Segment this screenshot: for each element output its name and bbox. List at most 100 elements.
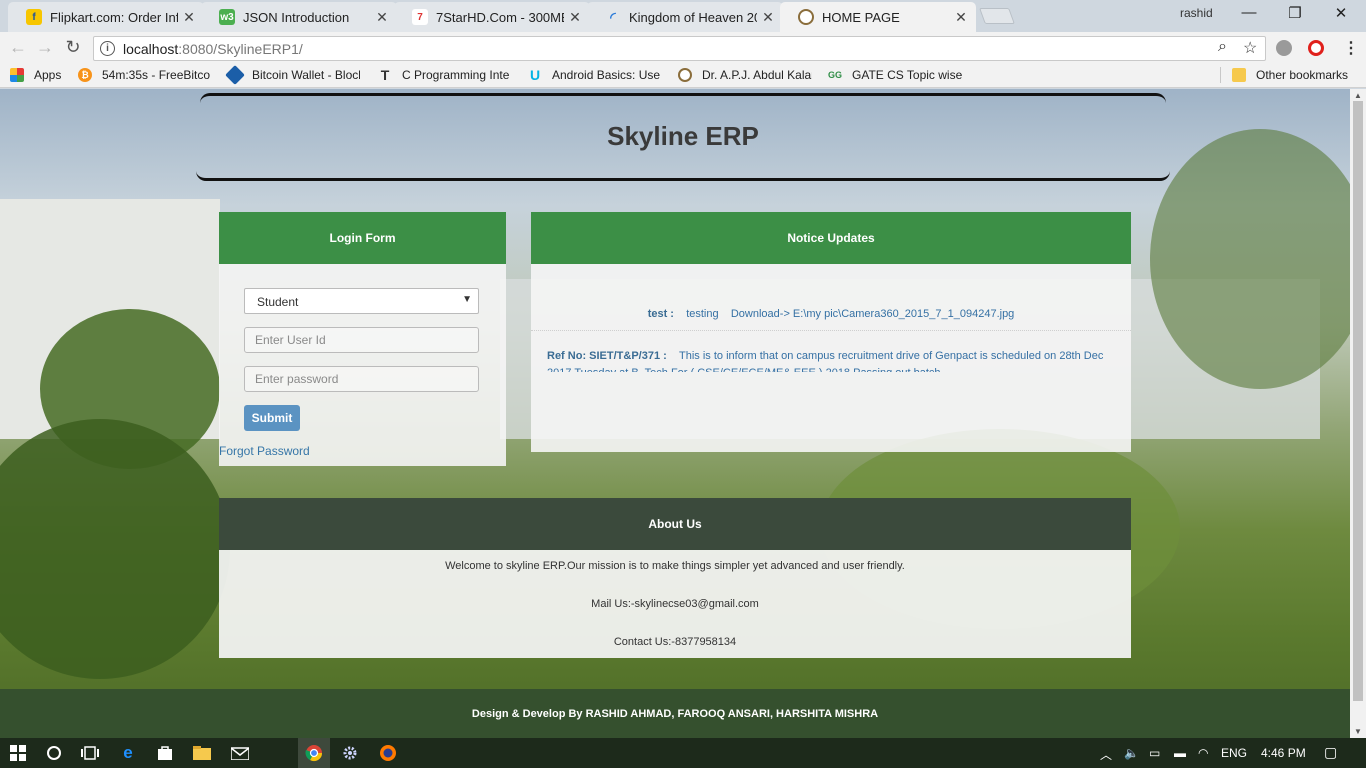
- address-bar-row: ← → ↻ i localhost:8080/SkylineERP1/ ⌕ ☆ …: [0, 32, 1366, 64]
- bookmark-label: Dr. A.P.J. Abdul Kalar: [702, 68, 812, 82]
- store-icon[interactable]: [156, 744, 174, 762]
- bookmark-android-basics[interactable]: U Android Basics: User: [528, 67, 660, 83]
- login-panel: Login Form Student ▼ Submit Forgot Passw…: [219, 212, 506, 466]
- battery-icon[interactable]: ▬: [1174, 746, 1186, 760]
- folder-icon: [1232, 68, 1246, 82]
- about-contact-text: Contact Us:-8377958134: [613, 636, 737, 648]
- scroll-down-icon[interactable]: ▼: [1354, 727, 1362, 736]
- tab-flipkart[interactable]: f Flipkart.com: Order Inforr ✕: [8, 2, 204, 32]
- language-indicator[interactable]: ENG: [1221, 746, 1247, 760]
- notice-panel-body: test : testing Download-> E:\my pic\Came…: [531, 264, 1131, 452]
- bookmarks-bar: Apps ₿ 54m:35s - FreeBitco Bitcoin Walle…: [0, 64, 1366, 88]
- url-input[interactable]: i localhost:8080/SkylineERP1/: [93, 36, 1266, 61]
- bookmark-label: Bitcoin Wallet - Block: [252, 68, 360, 82]
- close-icon[interactable]: ✕: [375, 9, 389, 26]
- role-select-value: Student: [257, 295, 299, 309]
- bookmark-gate-cs[interactable]: GG GATE CS Topic wise p: [828, 68, 962, 82]
- 7starhd-icon: 7: [412, 9, 428, 25]
- bookmark-bitcoin-wallet[interactable]: Bitcoin Wallet - Block: [225, 65, 360, 85]
- firefox-icon[interactable]: [379, 744, 397, 762]
- chevron-down-icon: ▼: [462, 294, 472, 305]
- tab-json-introduction[interactable]: w3 JSON Introduction ✕: [201, 2, 397, 32]
- tab-home-page[interactable]: HOME PAGE ✕: [780, 2, 976, 32]
- opera-icon[interactable]: [1308, 40, 1324, 56]
- url-host: localhost: [123, 40, 179, 57]
- file-explorer-icon[interactable]: [193, 744, 211, 762]
- tutorial-icon: T: [380, 67, 390, 83]
- wifi-icon[interactable]: ◠: [1198, 746, 1208, 760]
- login-panel-heading: Login Form: [219, 212, 506, 264]
- chevron-up-icon[interactable]: ︿: [1100, 746, 1112, 763]
- tab-title: 7StarHD.Com - 300MB D: [436, 9, 564, 25]
- minimize-icon[interactable]: —: [1234, 4, 1264, 21]
- notice-download-link[interactable]: Download-> E:\my pic\Camera360_2015_7_1_…: [731, 308, 1014, 320]
- loading-icon: ◜: [610, 8, 616, 25]
- new-tab-button[interactable]: [979, 8, 1015, 24]
- windows-start-icon[interactable]: [9, 744, 27, 762]
- header-border-top: [200, 93, 1166, 103]
- settings-gear-icon[interactable]: [341, 744, 359, 762]
- submit-button[interactable]: Submit: [244, 405, 300, 431]
- close-icon[interactable]: ✕: [761, 9, 775, 26]
- info-icon[interactable]: i: [100, 41, 115, 56]
- geeksforgeeks-icon: GG: [828, 70, 843, 80]
- extension-icon[interactable]: [1276, 40, 1292, 56]
- url-path: :8080/SkylineERP1/: [178, 40, 303, 57]
- restore-icon[interactable]: ❐: [1280, 4, 1310, 22]
- scroll-up-icon[interactable]: ▲: [1354, 91, 1362, 100]
- seal-icon: [678, 68, 692, 82]
- clock-time[interactable]: 4:46 PM: [1261, 746, 1306, 760]
- notice-ref: test :: [647, 308, 674, 320]
- site-footer: Design & Develop By RASHID AHMAD, FAROOQ…: [0, 689, 1350, 738]
- edge-icon[interactable]: e: [119, 743, 137, 762]
- bitcoin-icon: ₿: [78, 68, 92, 82]
- bookmark-label: GATE CS Topic wise p: [852, 68, 962, 82]
- menu-kebab-icon[interactable]: ⋮: [1343, 38, 1359, 58]
- volume-icon[interactable]: 🔈: [1124, 746, 1139, 760]
- notice-ref: Ref No: SIET/T&P/371 :: [547, 350, 667, 362]
- network-icon[interactable]: ▭: [1149, 746, 1160, 760]
- close-icon[interactable]: ✕: [182, 9, 196, 26]
- close-icon[interactable]: ✕: [954, 9, 968, 26]
- reload-icon[interactable]: ↻: [61, 37, 85, 58]
- bookmark-other-bookmarks[interactable]: Other bookmarks: [1232, 68, 1348, 82]
- windows-taskbar: e ︿ 🔈 ▭ ▬ ◠ ENG 4:46 PM ▢: [0, 738, 1366, 768]
- zoom-search-icon[interactable]: ⌕: [1218, 38, 1227, 56]
- tab-title: HOME PAGE: [822, 9, 900, 25]
- scrollbar-thumb[interactable]: [1353, 101, 1363, 701]
- back-arrow-icon[interactable]: ←: [6, 37, 30, 58]
- forward-arrow-icon[interactable]: →: [33, 37, 57, 58]
- about-panel: About Us Welcome to skyline ERP.Our miss…: [219, 498, 1131, 658]
- role-select[interactable]: Student ▼: [244, 288, 479, 314]
- bookmark-apj-abdul-kalam[interactable]: Dr. A.P.J. Abdul Kalar: [678, 68, 812, 82]
- profile-name[interactable]: rashid: [1180, 6, 1213, 20]
- close-window-icon[interactable]: ✕: [1326, 4, 1356, 22]
- page-scrollbar[interactable]: ▲ ▼: [1350, 89, 1366, 738]
- bookmark-label: Apps: [34, 68, 62, 82]
- mail-icon[interactable]: [231, 744, 249, 762]
- tab-7starhd[interactable]: 7 7StarHD.Com - 300MB D ✕: [394, 2, 590, 32]
- search-circle-icon[interactable]: [45, 744, 63, 762]
- udacity-icon: U: [529, 67, 541, 83]
- password-input[interactable]: [244, 366, 479, 392]
- notifications-icon[interactable]: ▢: [1324, 744, 1337, 761]
- about-panel-body: Welcome to skyline ERP.Our mission is to…: [219, 550, 1131, 658]
- bookmark-apps[interactable]: Apps: [10, 68, 61, 82]
- tab-kingdom-of-heaven[interactable]: ◜ Kingdom of Heaven 2005 ✕: [587, 2, 783, 32]
- bookmark-freebitco[interactable]: ₿ 54m:35s - FreeBitco: [78, 68, 212, 82]
- bookmark-label: 54m:35s - FreeBitco: [102, 68, 211, 82]
- user-id-input[interactable]: [244, 327, 479, 353]
- bookmark-c-programming[interactable]: T C Programming Inte: [378, 67, 510, 83]
- tab-title: JSON Introduction: [243, 9, 350, 25]
- bookmark-label: Other bookmarks: [1256, 68, 1349, 82]
- apps-grid-icon: [10, 68, 24, 82]
- notice-text: testing: [686, 308, 719, 320]
- close-icon[interactable]: ✕: [568, 9, 582, 26]
- login-panel-body: Student ▼ Submit Forgot Password: [219, 264, 506, 466]
- forgot-password-link[interactable]: Forgot Password: [219, 444, 310, 458]
- browser-tabstrip: f Flipkart.com: Order Inforr ✕ w3 JSON I…: [0, 0, 1366, 32]
- notice-item: test : testing Download-> E:\my pic\Came…: [531, 308, 1131, 331]
- star-icon[interactable]: ☆: [1243, 38, 1257, 58]
- task-view-icon[interactable]: [81, 744, 99, 762]
- chrome-icon[interactable]: [305, 744, 323, 762]
